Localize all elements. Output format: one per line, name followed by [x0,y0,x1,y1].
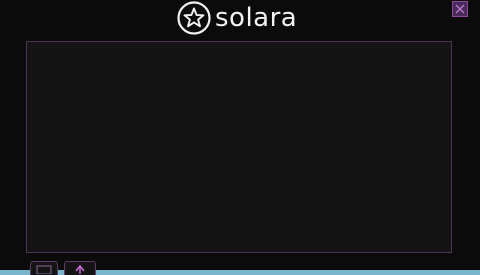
close-button[interactable] [452,1,468,17]
execute-button[interactable] [30,261,58,275]
close-icon [455,4,465,14]
app-window: solara [0,0,480,275]
clear-button[interactable] [64,261,96,275]
star-in-circle-icon [177,1,211,35]
titlebar[interactable]: solara [0,0,480,38]
script-editor[interactable] [26,41,452,253]
code-icon [36,265,52,274]
upload-icon [75,264,85,274]
app-logo: solara [176,1,297,35]
app-title: solara [215,3,298,33]
